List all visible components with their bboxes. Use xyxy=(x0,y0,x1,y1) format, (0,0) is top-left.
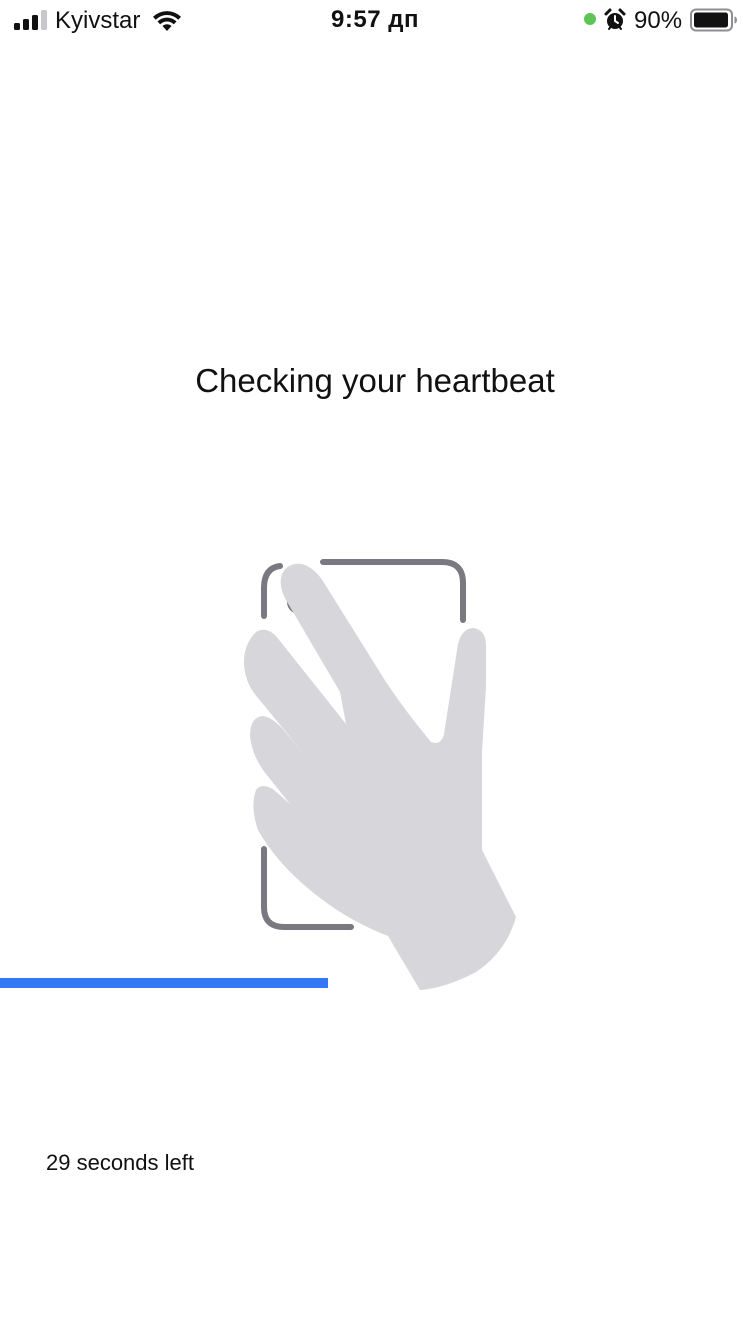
alarm-clock-icon xyxy=(604,8,626,30)
battery-icon xyxy=(690,8,737,32)
green-dot-indicator xyxy=(584,13,596,25)
countdown-label: 29 seconds left xyxy=(46,1150,194,1175)
hand-over-phone-camera-icon xyxy=(244,559,516,990)
battery-percentage: 90% xyxy=(634,7,683,34)
progress-bar-fill xyxy=(0,978,328,988)
status-bar: Kyivstar 9:57 дп 90% xyxy=(0,0,750,40)
page-title: Checking your heartbeat xyxy=(195,362,555,399)
progress-bar xyxy=(0,978,750,988)
